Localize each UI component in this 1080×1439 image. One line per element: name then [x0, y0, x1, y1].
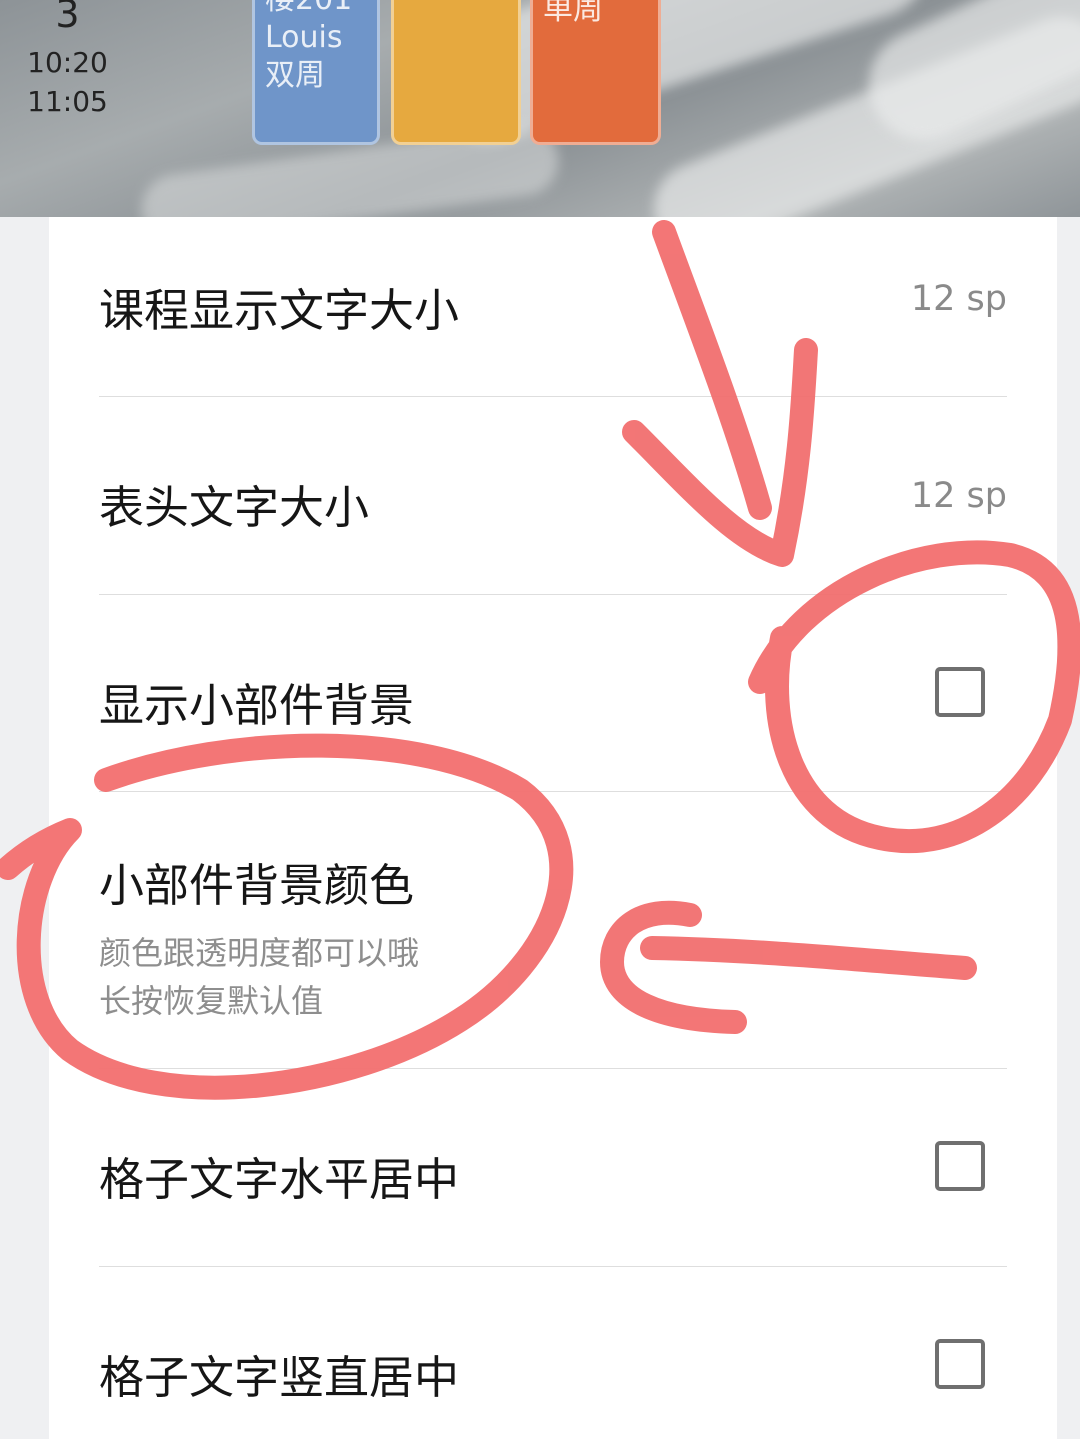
course-card[interactable] — [391, 0, 521, 145]
setting-label: 显示小部件背景 — [99, 679, 415, 732]
setting-widget-background-color[interactable]: 小部件背景颜色 颜色跟透明度都可以哦 长按恢复默认值 — [99, 792, 1007, 1068]
setting-value: 12 sp — [910, 279, 1007, 319]
course-card-week-type: 单周 — [543, 0, 603, 27]
setting-label: 小部件背景颜色 — [99, 859, 415, 912]
setting-description: 长按恢复默认值 — [99, 982, 324, 1020]
schedule-preview: 3 10:20 11:05 楼201 Louis 双周 单周 — [0, 0, 1080, 217]
setting-label: 格子文字竖直居中 — [99, 1351, 460, 1404]
period-end-time: 11:05 — [27, 85, 108, 118]
setting-cell-text-vertical-center[interactable]: 格子文字竖直居中 — [99, 1267, 1007, 1439]
show-widget-background-checkbox[interactable] — [935, 667, 985, 717]
setting-show-widget-background[interactable]: 显示小部件背景 — [99, 595, 1007, 791]
cell-text-vertical-center-checkbox[interactable] — [935, 1339, 985, 1389]
course-card-teacher: Louis — [265, 20, 343, 55]
period-start-time: 10:20 — [27, 46, 108, 79]
setting-label: 课程显示文字大小 — [99, 284, 460, 337]
course-card[interactable]: 楼201 Louis 双周 — [252, 0, 380, 145]
setting-description: 颜色跟透明度都可以哦 — [99, 934, 420, 972]
setting-value: 12 sp — [910, 476, 1007, 516]
period-time-column: 3 10:20 11:05 — [0, 0, 135, 217]
settings-panel: 课程显示文字大小 12 sp 表头文字大小 12 sp 显示小部件背景 小部件背… — [49, 217, 1057, 1439]
course-card-room: 楼201 — [265, 0, 367, 19]
setting-cell-text-horizontal-center[interactable]: 格子文字水平居中 — [99, 1069, 1007, 1266]
course-card-week-type: 双周 — [265, 58, 325, 93]
setting-header-text-size[interactable]: 表头文字大小 12 sp — [99, 397, 1007, 594]
setting-course-text-size[interactable]: 课程显示文字大小 12 sp — [99, 217, 1007, 396]
course-card[interactable]: 单周 — [530, 0, 661, 145]
setting-label: 格子文字水平居中 — [99, 1153, 460, 1206]
setting-label: 表头文字大小 — [99, 481, 370, 534]
cell-text-horizontal-center-checkbox[interactable] — [935, 1141, 985, 1191]
period-number: 3 — [55, 0, 80, 36]
